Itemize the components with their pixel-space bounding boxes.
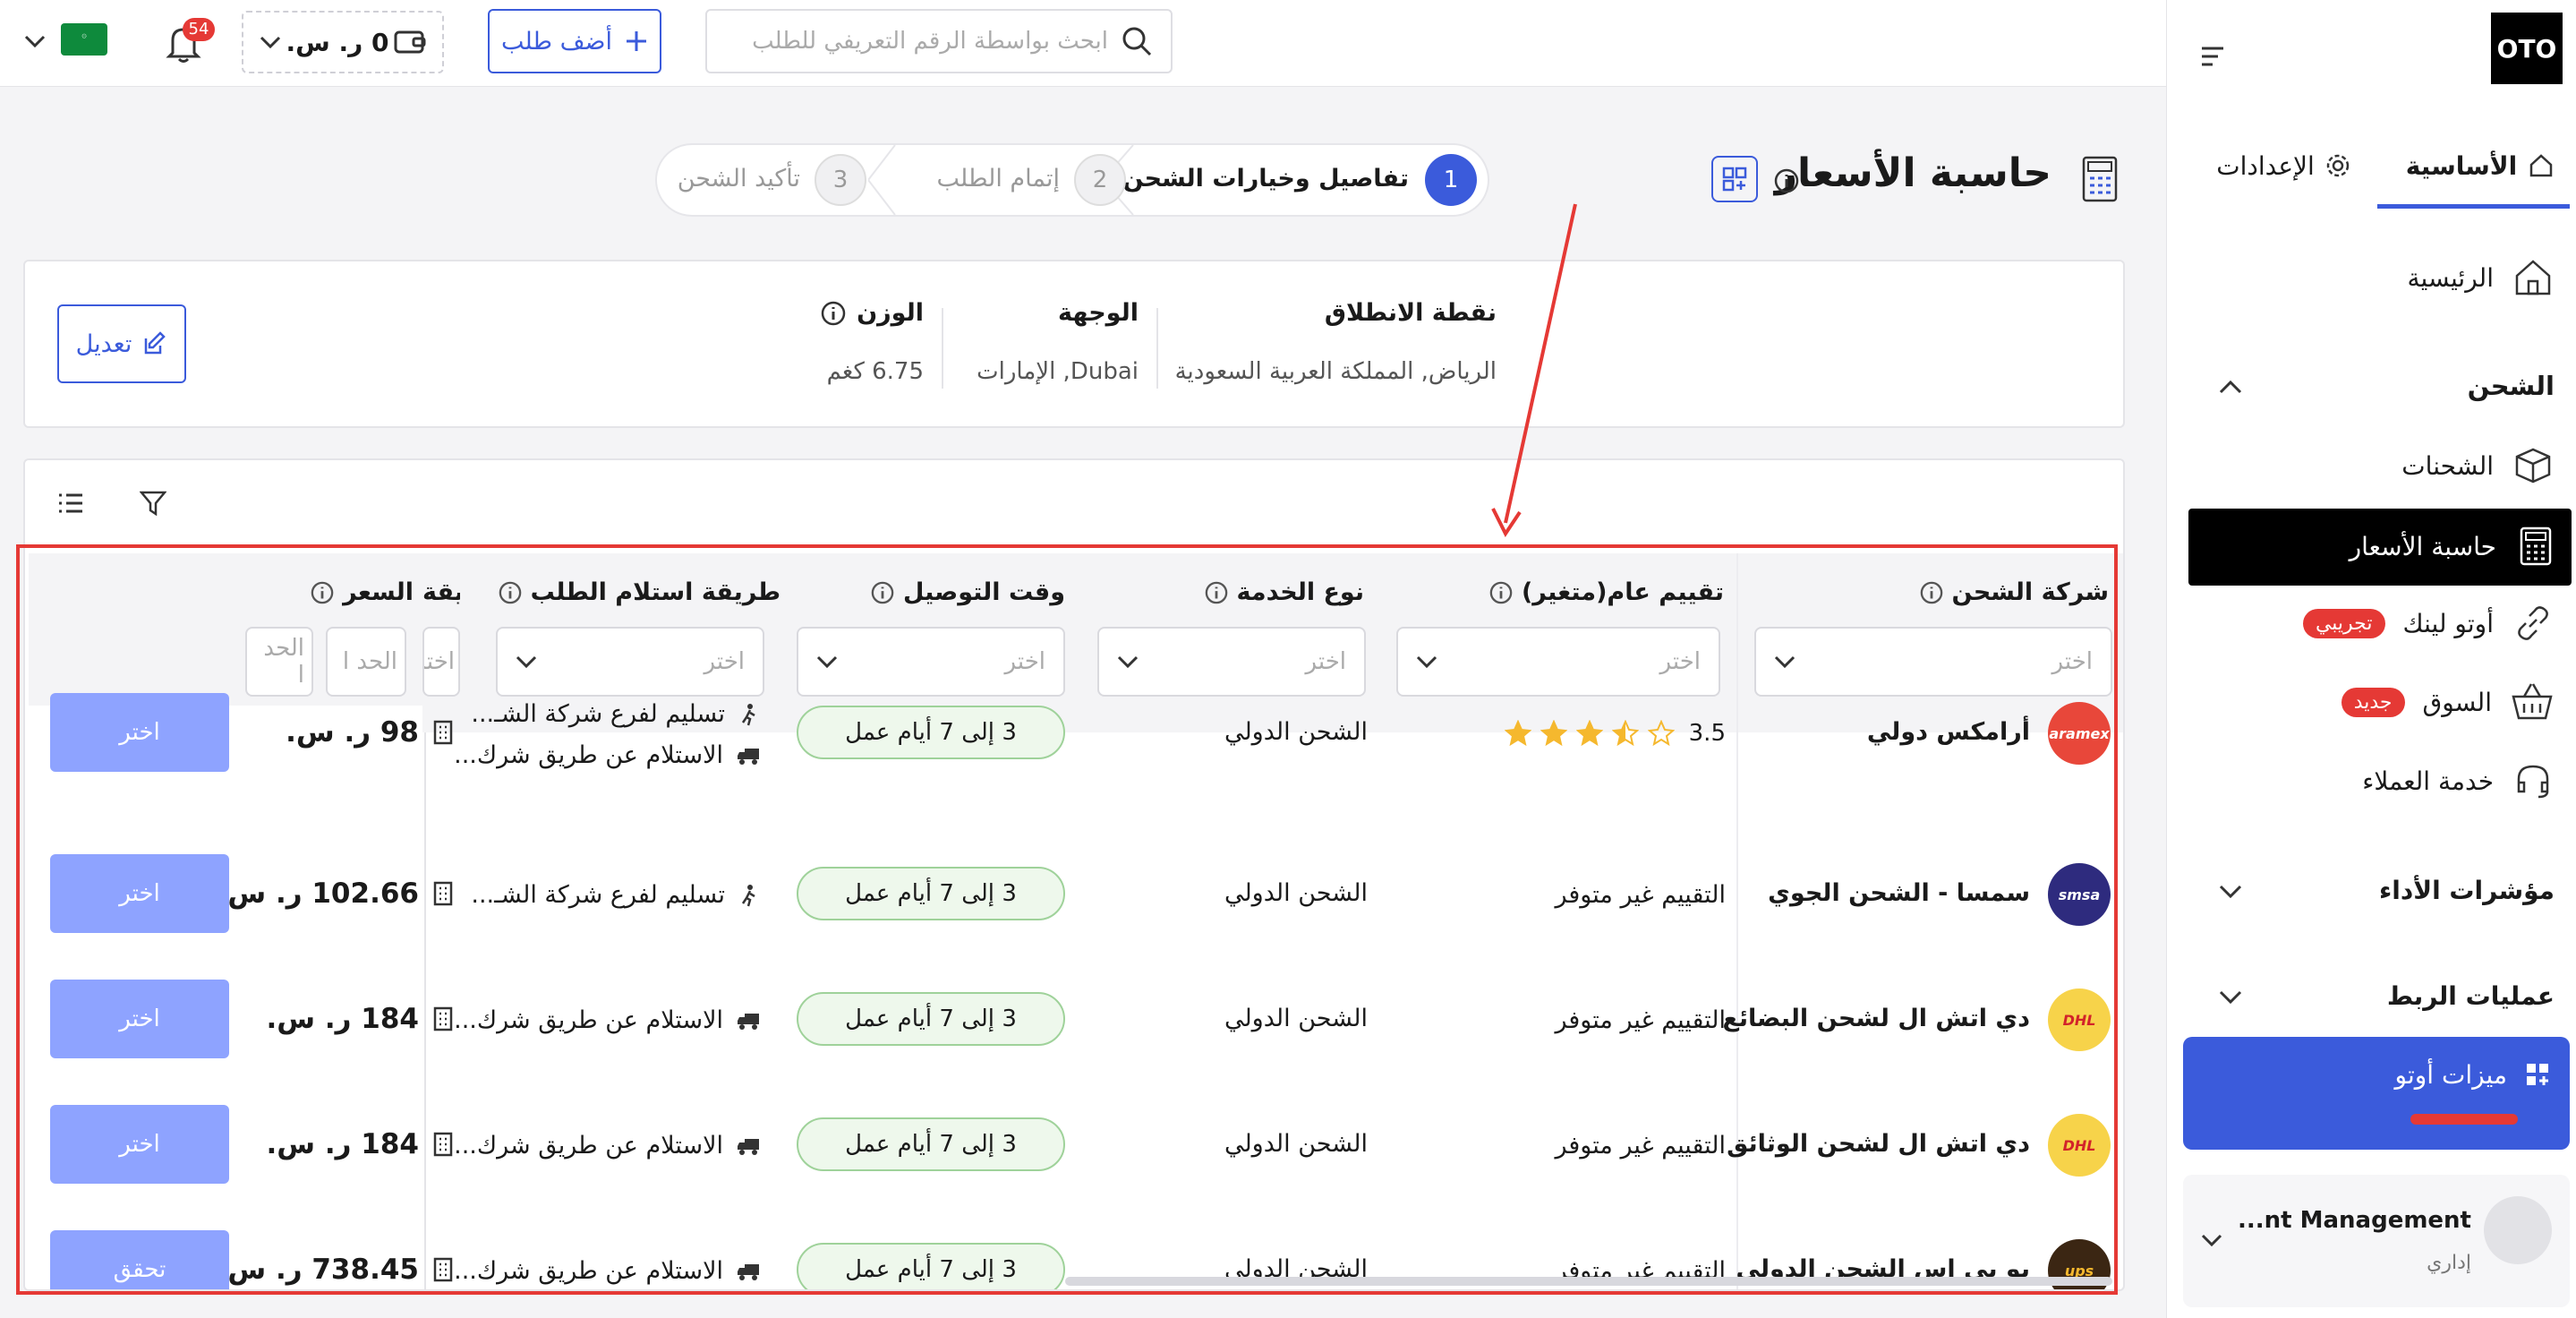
destination-label: الوجهة bbox=[1058, 299, 1139, 327]
apps-add-icon bbox=[2527, 1063, 2548, 1085]
shipment-summary-card: نقطة الانطلاق الرياض, المملكة العربية ال… bbox=[23, 260, 2125, 428]
step-number: 2 bbox=[1074, 154, 1126, 206]
filter-icon[interactable] bbox=[140, 491, 166, 516]
nav-price-calculator[interactable]: حاسبة الأسعار bbox=[2188, 509, 2572, 586]
link-icon bbox=[2518, 606, 2548, 640]
step-label: تفاصيل وخيارات الشحن bbox=[1122, 165, 1409, 193]
redacted-mark bbox=[2410, 1114, 2518, 1125]
edit-button[interactable]: تعديل bbox=[57, 304, 186, 383]
chevron-down-icon[interactable] bbox=[23, 23, 47, 59]
wallet-balance[interactable]: 0 ر. س. bbox=[242, 11, 444, 73]
avatar bbox=[2484, 1196, 2552, 1264]
add-order-label: أضف طلب bbox=[501, 27, 612, 56]
chevron-down-icon[interactable] bbox=[2219, 885, 2242, 899]
chevron-up-icon[interactable] bbox=[2219, 380, 2242, 394]
nav-home[interactable]: الرئيسية bbox=[2408, 256, 2555, 299]
home-icon bbox=[2515, 260, 2551, 295]
sidebar: OTO الأساسية الإعدادات الرئيسية الشحن ال… bbox=[2166, 0, 2576, 1318]
weight-label: الوزن bbox=[857, 299, 924, 327]
user-card[interactable]: ...nt Management إداري bbox=[2183, 1175, 2570, 1307]
info-icon[interactable] bbox=[1774, 168, 1799, 193]
weight-value: 6.75 كغم bbox=[826, 358, 924, 385]
highlight-box bbox=[16, 544, 2118, 1295]
chevron-down-icon[interactable] bbox=[2201, 1234, 2222, 1246]
oto-logo: OTO bbox=[2491, 13, 2563, 84]
new-badge: جديد bbox=[2341, 687, 2405, 717]
destination-value: Dubai, الإمارات bbox=[977, 358, 1139, 385]
stepper: 1 تفاصيل وخيارات الشحن 2 إتمام الطلب 3 ت… bbox=[655, 143, 1489, 217]
top-bar: ۞ 54 0 ر. س. أضف طلب ابحث بواسطة الرقم ا… bbox=[0, 0, 2166, 87]
user-role: إداري bbox=[2427, 1252, 2471, 1274]
saudi-flag-icon[interactable]: ۞ bbox=[61, 23, 107, 56]
box-icon bbox=[2515, 448, 2551, 484]
section-integrations-label: عمليات الربط bbox=[2386, 981, 2555, 1011]
origin-value: الرياض, المملكة العربية السعودية bbox=[1174, 358, 1497, 385]
step-number: 3 bbox=[815, 154, 866, 206]
wallet-icon bbox=[394, 30, 426, 54]
apps-add-icon[interactable] bbox=[1711, 156, 1758, 202]
weight-header: الوزن bbox=[821, 299, 924, 327]
section-kpis[interactable]: مؤشرات الأداء bbox=[2379, 876, 2555, 905]
search-input[interactable]: ابحث بواسطة الرقم التعريفي للطلب bbox=[705, 9, 1173, 73]
origin-label: نقطة الانطلاق bbox=[1324, 299, 1497, 327]
oto-features-label: ميزات أوتو bbox=[2394, 1060, 2508, 1090]
section-integrations[interactable]: عمليات الربط bbox=[2387, 981, 2555, 1011]
plus-icon bbox=[626, 31, 646, 51]
tab-settings-label: الإعدادات bbox=[2216, 150, 2315, 181]
oto-features-card[interactable]: ميزات أوتو bbox=[2183, 1037, 2570, 1150]
nav-home-label: الرئيسية bbox=[2407, 262, 2494, 293]
page-title: حاسبة الأسعار bbox=[1774, 150, 2051, 196]
section-shipping-label: الشحن bbox=[2467, 371, 2555, 401]
add-order-button[interactable]: أضف طلب bbox=[488, 9, 661, 73]
active-tab-indicator bbox=[2377, 204, 2570, 209]
annotation-arrow bbox=[1491, 203, 1577, 537]
calculator-icon bbox=[2078, 154, 2121, 204]
step-label: تأكيد الشحن bbox=[677, 165, 800, 193]
menu-collapse-icon[interactable] bbox=[2200, 45, 2232, 72]
nav-shipments-label: الشحنات bbox=[2401, 450, 2494, 481]
tab-main-label: الأساسية bbox=[2405, 150, 2518, 181]
chevron-down-icon bbox=[260, 36, 281, 48]
nav-market-label: السوق bbox=[2422, 687, 2492, 717]
nav-oto-link[interactable]: أوتو لينك تجريبي bbox=[2302, 602, 2555, 645]
calculator-icon bbox=[2520, 526, 2552, 566]
chevron-down-icon[interactable] bbox=[2219, 990, 2242, 1005]
user-name: ...nt Management bbox=[2237, 1207, 2471, 1234]
notification-badge: 54 bbox=[183, 18, 215, 41]
nav-market[interactable]: السوق جديد bbox=[2341, 680, 2555, 723]
nav-customer-service-label: خدمة العملاء bbox=[2362, 766, 2494, 796]
step-label: إتمام الطلب bbox=[936, 165, 1060, 193]
edit-icon bbox=[145, 331, 166, 355]
section-shipping[interactable]: الشحن bbox=[2468, 371, 2555, 401]
step-2[interactable]: 2 إتمام الطلب bbox=[900, 147, 1133, 213]
search-placeholder: ابحث بواسطة الرقم التعريفي للطلب bbox=[752, 28, 1108, 55]
nav-shipments[interactable]: الشحنات bbox=[2401, 444, 2555, 487]
nav-oto-link-label: أوتو لينك bbox=[2402, 608, 2495, 638]
beta-badge: تجريبي bbox=[2302, 608, 2385, 638]
tab-main[interactable]: الأساسية bbox=[2391, 143, 2570, 188]
wallet-amount: 0 ر. س. bbox=[286, 27, 389, 57]
nav-customer-service[interactable]: خدمة العملاء bbox=[2362, 759, 2555, 802]
section-kpis-label: مؤشرات الأداء bbox=[2378, 876, 2555, 905]
gear-icon bbox=[2326, 154, 2350, 177]
divider bbox=[1156, 308, 1158, 389]
edit-label: تعديل bbox=[75, 330, 132, 358]
step-number: 1 bbox=[1425, 154, 1477, 206]
search-icon bbox=[1122, 27, 1152, 56]
home-icon bbox=[2529, 154, 2553, 177]
headset-icon bbox=[2517, 765, 2549, 799]
info-icon[interactable] bbox=[821, 301, 846, 326]
tab-settings[interactable]: الإعدادات bbox=[2194, 143, 2373, 188]
nav-price-calculator-label: حاسبة الأسعار bbox=[2349, 531, 2496, 561]
divider bbox=[942, 308, 943, 389]
basket-icon bbox=[2512, 683, 2553, 720]
list-view-icon[interactable] bbox=[57, 492, 84, 514]
step-3[interactable]: 3 تأكيد الشحن bbox=[666, 147, 874, 213]
step-1[interactable]: 1 تفاصيل وخيارات الشحن bbox=[1122, 147, 1486, 213]
